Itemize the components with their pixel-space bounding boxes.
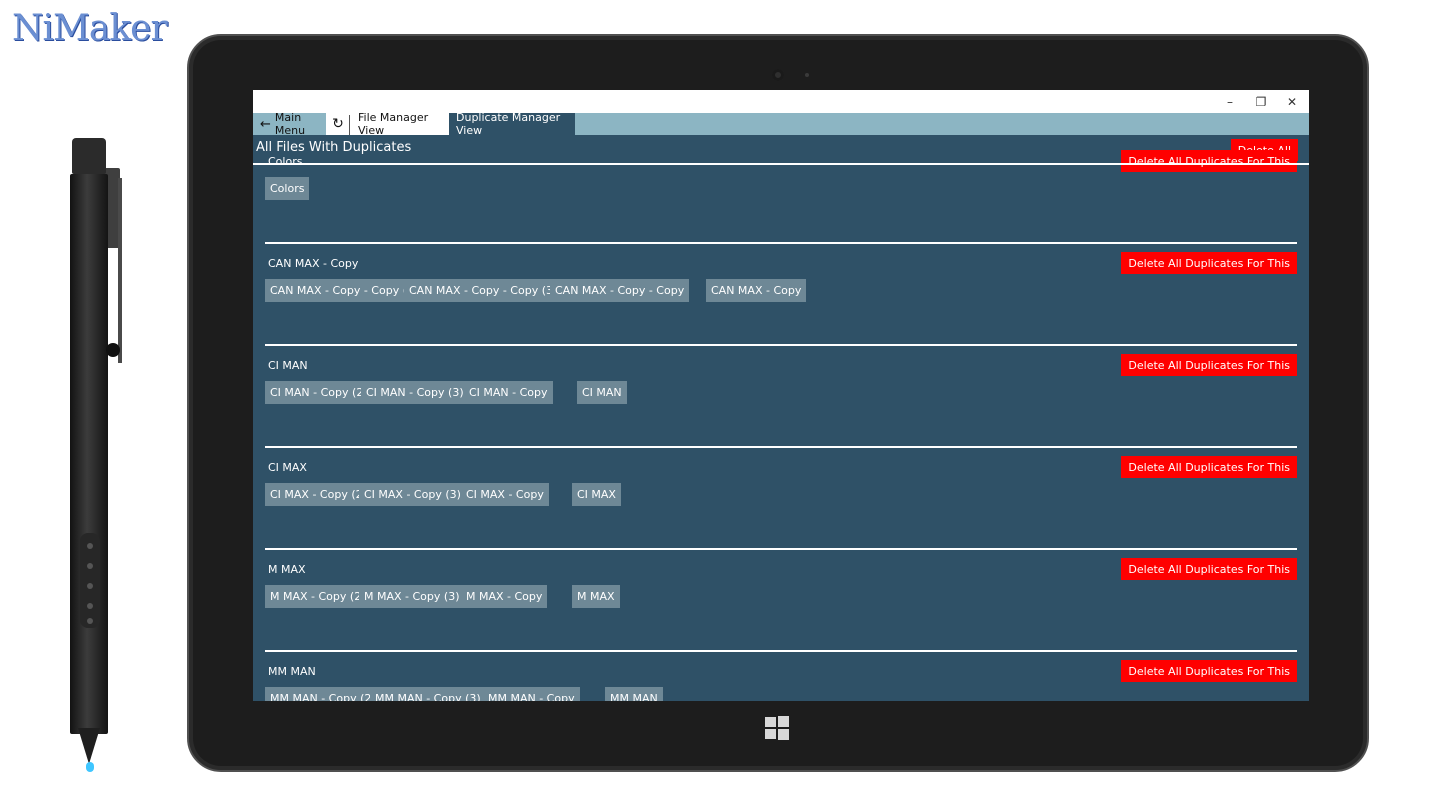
main-menu-button[interactable]: ← Main Menu [253,111,325,137]
duplicate-file-chip[interactable]: MM MAN [605,687,663,701]
refresh-button[interactable]: ↻ [326,113,350,135]
restore-icon[interactable]: ❐ [1246,90,1276,113]
pen-clip-arm [118,178,122,363]
pen-led [86,762,94,772]
duplicate-file-chip[interactable]: CI MAX - Copy [461,483,549,506]
pen-dot [87,543,93,549]
windows-logo-icon[interactable] [765,716,789,740]
pen-dot [87,563,93,569]
duplicate-file-chip[interactable]: CI MAN - Copy [464,381,553,404]
pen-body [70,174,108,734]
back-arrow-icon: ← [260,116,271,132]
group-name: M MAX [268,563,306,576]
pen-tip [78,728,100,764]
duplicate-file-chip[interactable]: CI MAX - Copy (2) [265,483,372,506]
duplicate-group: CAN MAX - Copy Delete All Duplicates For … [265,244,1297,346]
pen-dot [87,618,93,624]
header-divider [253,163,1309,165]
duplicate-group: M MAX Delete All Duplicates For This M MAX… [265,550,1297,652]
duplicate-group: MM MAN Delete All Duplicates For This MM M… [265,652,1297,701]
sensor-icon [805,73,809,77]
app-window: – ❐ ✕ ← Main Menu ↻ File Manager View Du… [253,90,1309,701]
pen-knob [106,343,120,357]
duplicate-file-chip[interactable]: M MAX [572,585,620,608]
group-name: Colors [268,155,303,168]
delete-group-duplicates-button[interactable]: Delete All Duplicates For This [1121,660,1297,682]
duplicate-file-chip[interactable]: Colors [265,177,310,200]
stylus-pen [68,138,122,778]
duplicate-group: CI MAN Delete All Duplicates For This CI M… [265,346,1297,448]
duplicate-group: Colors Delete All Duplicates For This Colo… [265,142,1297,244]
pen-dot [87,603,93,609]
duplicate-file-chip[interactable]: CI MAN - Copy (2) [265,381,373,404]
group-name: CI MAX [268,461,307,474]
camera-icon [772,69,784,81]
duplicate-file-chip[interactable]: CI MAX - Copy (3) [359,483,466,506]
group-name: CAN MAX - Copy [268,257,359,270]
duplicate-file-chip[interactable]: M MAX - Copy (2) [265,585,371,608]
duplicate-file-chip[interactable]: CAN MAX - Copy - Copy (3) [404,279,563,302]
close-icon[interactable]: ✕ [1277,90,1307,113]
delete-group-duplicates-button[interactable]: Delete All Duplicates For This [1121,252,1297,274]
duplicate-file-chip[interactable]: M MAX - Copy (3) [359,585,465,608]
pen-dot [87,583,93,589]
refresh-icon: ↻ [332,116,344,132]
group-name: CI MAN [268,359,308,372]
pen-cap [72,138,106,174]
duplicate-file-chip[interactable]: CAN MAX - Copy [706,279,807,302]
delete-group-duplicates-button[interactable]: Delete All Duplicates For This [1121,354,1297,376]
duplicate-file-chip[interactable]: CI MAX [572,483,621,506]
duplicate-file-chip[interactable]: MM MAN - Copy (2) [265,687,381,701]
delete-group-duplicates-button[interactable]: Delete All Duplicates For This [1121,150,1297,172]
duplicate-file-chip[interactable]: M MAX - Copy [461,585,548,608]
group-name: MM MAN [268,665,316,678]
duplicate-file-chip[interactable]: CI MAN - Copy (3) [361,381,469,404]
tab-duplicate-manager[interactable]: Duplicate Manager View [449,111,575,137]
brand-logo: NiMaker [12,8,168,49]
minimize-icon[interactable]: – [1215,90,1245,113]
duplicate-file-chip[interactable]: MM MAN - Copy [483,687,580,701]
main-menu-label: Main Menu [274,111,306,137]
nav-bar: ← Main Menu ↻ File Manager View Duplicat… [253,111,1309,137]
duplicate-file-chip[interactable]: CAN MAX - Copy - Copy [550,279,690,302]
duplicate-file-chip[interactable]: CAN MAX - Copy - Copy (2) [265,279,424,302]
delete-group-duplicates-button[interactable]: Delete All Duplicates For This [1121,456,1297,478]
duplicate-file-chip[interactable]: CI MAN [577,381,627,404]
title-bar: – ❐ ✕ [253,90,1309,113]
duplicate-group: CI MAX Delete All Duplicates For This CI M… [265,448,1297,550]
tab-file-manager[interactable]: File Manager View [350,111,449,137]
delete-group-duplicates-button[interactable]: Delete All Duplicates For This [1121,558,1297,580]
duplicate-file-chip[interactable]: MM MAN - Copy (3) [370,687,486,701]
